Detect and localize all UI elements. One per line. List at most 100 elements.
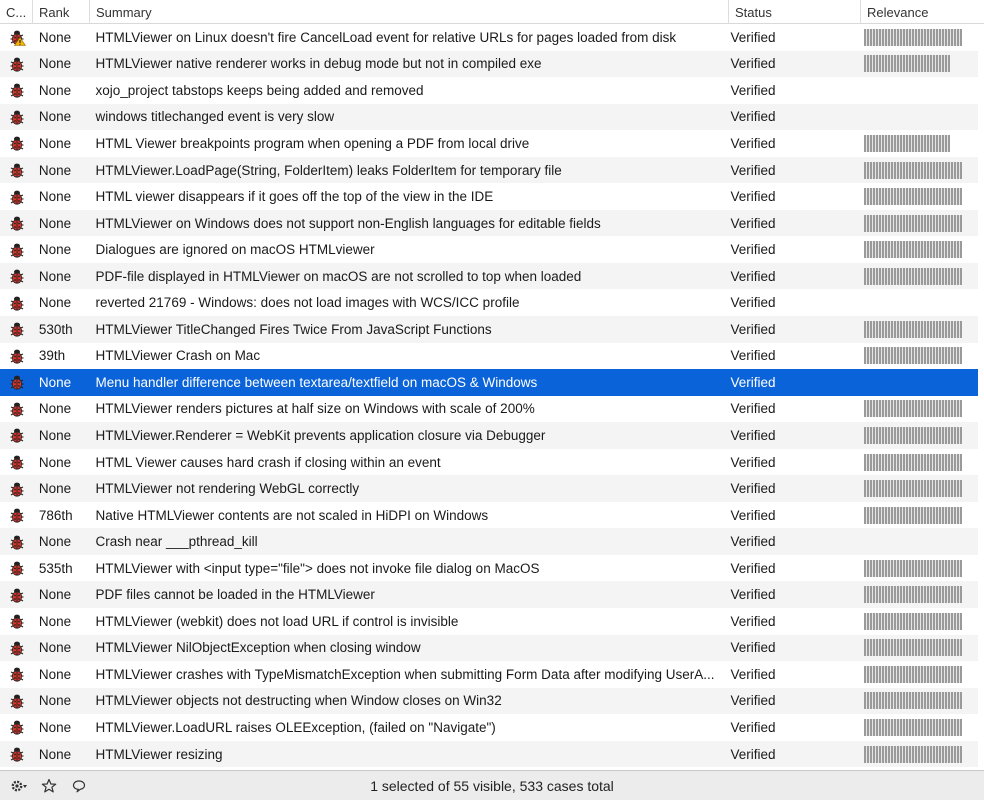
table-row[interactable]: None PDF-file displayed in HTMLViewer on … — [0, 262, 978, 290]
relevance-cell — [856, 400, 978, 418]
table-row[interactable]: 530th HTMLViewer TitleChanged Fires Twice… — [0, 316, 978, 343]
relevance-bar — [863, 559, 962, 577]
relevance-cell — [856, 586, 978, 604]
column-header-relevance[interactable]: Relevance — [861, 0, 984, 24]
status-cell: Verified — [730, 666, 776, 682]
rank-cell: None — [38, 109, 72, 125]
rank-cell: None — [38, 534, 72, 550]
ladybug-icon — [0, 241, 33, 259]
status-cell: Verified — [730, 560, 776, 576]
table-row[interactable]: None HTMLViewer on Windows does not suppo… — [0, 209, 978, 237]
table-row[interactable]: None HTMLViewer native renderer works in … — [0, 50, 978, 78]
relevance-cell — [856, 28, 978, 46]
table-row[interactable]: None HTMLViewer on Linux doesn't fire Can… — [0, 24, 978, 51]
table-row[interactable]: None HTMLViewer.LoadPage(String, FolderIt… — [0, 156, 978, 184]
status-cell: Verified — [730, 534, 776, 550]
status-cell: Verified — [730, 693, 776, 709]
table-row[interactable]: None PDF files cannot be loaded in the HT… — [0, 581, 978, 609]
column-header-summary[interactable]: Summary — [90, 0, 729, 24]
table-row[interactable]: None HTMLViewer.Renderer = WebKit prevent… — [0, 422, 978, 449]
ladybug-icon — [0, 586, 33, 604]
table-row[interactable]: None HTMLViewer NilObjectException when c… — [0, 634, 978, 662]
rank-cell: None — [38, 401, 72, 417]
summary-cell: PDF files cannot be loaded in the HTMLVi… — [95, 587, 375, 603]
table-row[interactable]: None reverted 21769 - Windows: does not l… — [0, 289, 978, 316]
relevance-bar — [863, 134, 950, 152]
table-row[interactable]: None HTMLViewer not rendering WebGL corre… — [0, 475, 978, 502]
ladybug-icon — [0, 108, 33, 126]
relevance-bar — [863, 665, 962, 683]
scrollbar[interactable] — [978, 24, 984, 770]
table-row[interactable]: None HTML viewer disappears if it goes of… — [0, 183, 978, 210]
status-cell: Verified — [730, 135, 776, 151]
relevance-cell — [856, 134, 978, 152]
ladybug-icon — [0, 214, 33, 232]
rank-cell: None — [38, 746, 72, 762]
table-row[interactable]: None HTMLViewer renders pictures at half … — [0, 396, 978, 423]
summary-cell: HTMLViewer native renderer works in debu… — [95, 56, 542, 72]
rank-cell: None — [38, 295, 72, 311]
rank-cell: 535th — [38, 560, 73, 576]
status-cell: Verified — [730, 215, 776, 231]
table-row[interactable]: 39th HTMLViewer Crash on Mac Verified — [0, 343, 978, 370]
relevance-bar — [863, 320, 962, 338]
summary-cell: HTMLViewer NilObjectException when closi… — [95, 640, 421, 656]
summary-cell: HTMLViewer.LoadURL raises OLEException, … — [95, 719, 496, 735]
relevance-bar — [863, 480, 962, 498]
summary-cell: HTMLViewer on Linux doesn't fire CancelL… — [95, 29, 677, 45]
summary-cell: HTML Viewer breakpoints program when ope… — [95, 135, 530, 151]
status-cell: Verified — [730, 719, 776, 735]
table-row[interactable]: None xojo_project tabstops keeps being ad… — [0, 77, 978, 104]
table-row[interactable]: None HTMLViewer crashes with TypeMismatch… — [0, 661, 978, 688]
status-cell: Verified — [730, 427, 776, 443]
star-icon[interactable] — [38, 775, 60, 797]
summary-cell: Dialogues are ignored on macOS HTMLviewe… — [95, 242, 375, 258]
status-cell: Verified — [730, 507, 776, 523]
summary-cell: HTMLViewer.Renderer = WebKit prevents ap… — [95, 427, 546, 443]
relevance-cell — [856, 718, 978, 736]
table-row[interactable]: None HTMLViewer resizing Verified — [0, 740, 978, 768]
summary-cell: HTMLViewer resizing — [95, 746, 223, 762]
relevance-bar — [863, 161, 962, 179]
relevance-bar — [863, 506, 962, 524]
table-row-selected[interactable]: None Menu handler difference between text… — [0, 369, 978, 396]
ladybug-icon — [0, 506, 33, 524]
table-row[interactable]: None HTML Viewer causes hard crash if clo… — [0, 449, 978, 476]
summary-cell: HTML viewer disappears if it goes off th… — [95, 189, 494, 205]
ladybug-icon — [0, 480, 33, 498]
table-row[interactable]: None Dialogues are ignored on macOS HTMLv… — [0, 236, 978, 263]
summary-cell: xojo_project tabstops keeps being added … — [95, 82, 424, 98]
column-header-status[interactable]: Status — [729, 0, 861, 24]
ladybug-icon — [0, 665, 33, 683]
comment-icon[interactable] — [68, 775, 90, 797]
relevance-bar — [863, 267, 962, 285]
relevance-cell — [856, 612, 978, 630]
ladybug-icon — [0, 400, 33, 418]
table-row[interactable]: None HTMLViewer objects not destructing w… — [0, 687, 978, 715]
ladybug-icon — [0, 134, 33, 152]
rank-cell: None — [38, 135, 72, 151]
rank-cell: None — [38, 215, 72, 231]
table-row[interactable]: None windows titlechanged event is very s… — [0, 103, 978, 131]
relevance-cell — [856, 320, 978, 338]
rank-cell: None — [38, 374, 72, 390]
status-cell: Verified — [730, 454, 776, 470]
table-row[interactable]: None HTML Viewer breakpoints program when… — [0, 130, 978, 157]
table-row[interactable]: 786th Native HTMLViewer contents are not … — [0, 502, 978, 529]
column-header-category[interactable]: C... — [0, 0, 33, 24]
summary-cell: HTML Viewer causes hard crash if closing… — [95, 454, 441, 470]
summary-cell: HTMLViewer on Windows does not support n… — [95, 215, 601, 231]
column-header-rank[interactable]: Rank — [33, 0, 90, 24]
table-row[interactable]: None HTMLViewer (webkit) does not load UR… — [0, 608, 978, 635]
table-row[interactable]: None HTMLViewer.LoadURL raises OLEExcepti… — [0, 714, 978, 741]
table-row[interactable]: 535th HTMLViewer with <input type="file">… — [0, 555, 978, 582]
gear-icon[interactable] — [8, 775, 30, 797]
summary-cell: HTMLViewer not rendering WebGL correctly — [95, 481, 360, 497]
summary-cell: HTMLViewer renders pictures at half size… — [95, 401, 535, 417]
ladybug-icon — [0, 612, 33, 630]
rank-cell: None — [38, 162, 72, 178]
summary-cell: HTMLViewer TitleChanged Fires Twice From… — [95, 321, 492, 337]
ladybug-icon — [0, 639, 33, 657]
table-row[interactable]: None Crash near ___pthread_kill Verified — [0, 528, 978, 555]
status-cell: Verified — [730, 109, 776, 125]
